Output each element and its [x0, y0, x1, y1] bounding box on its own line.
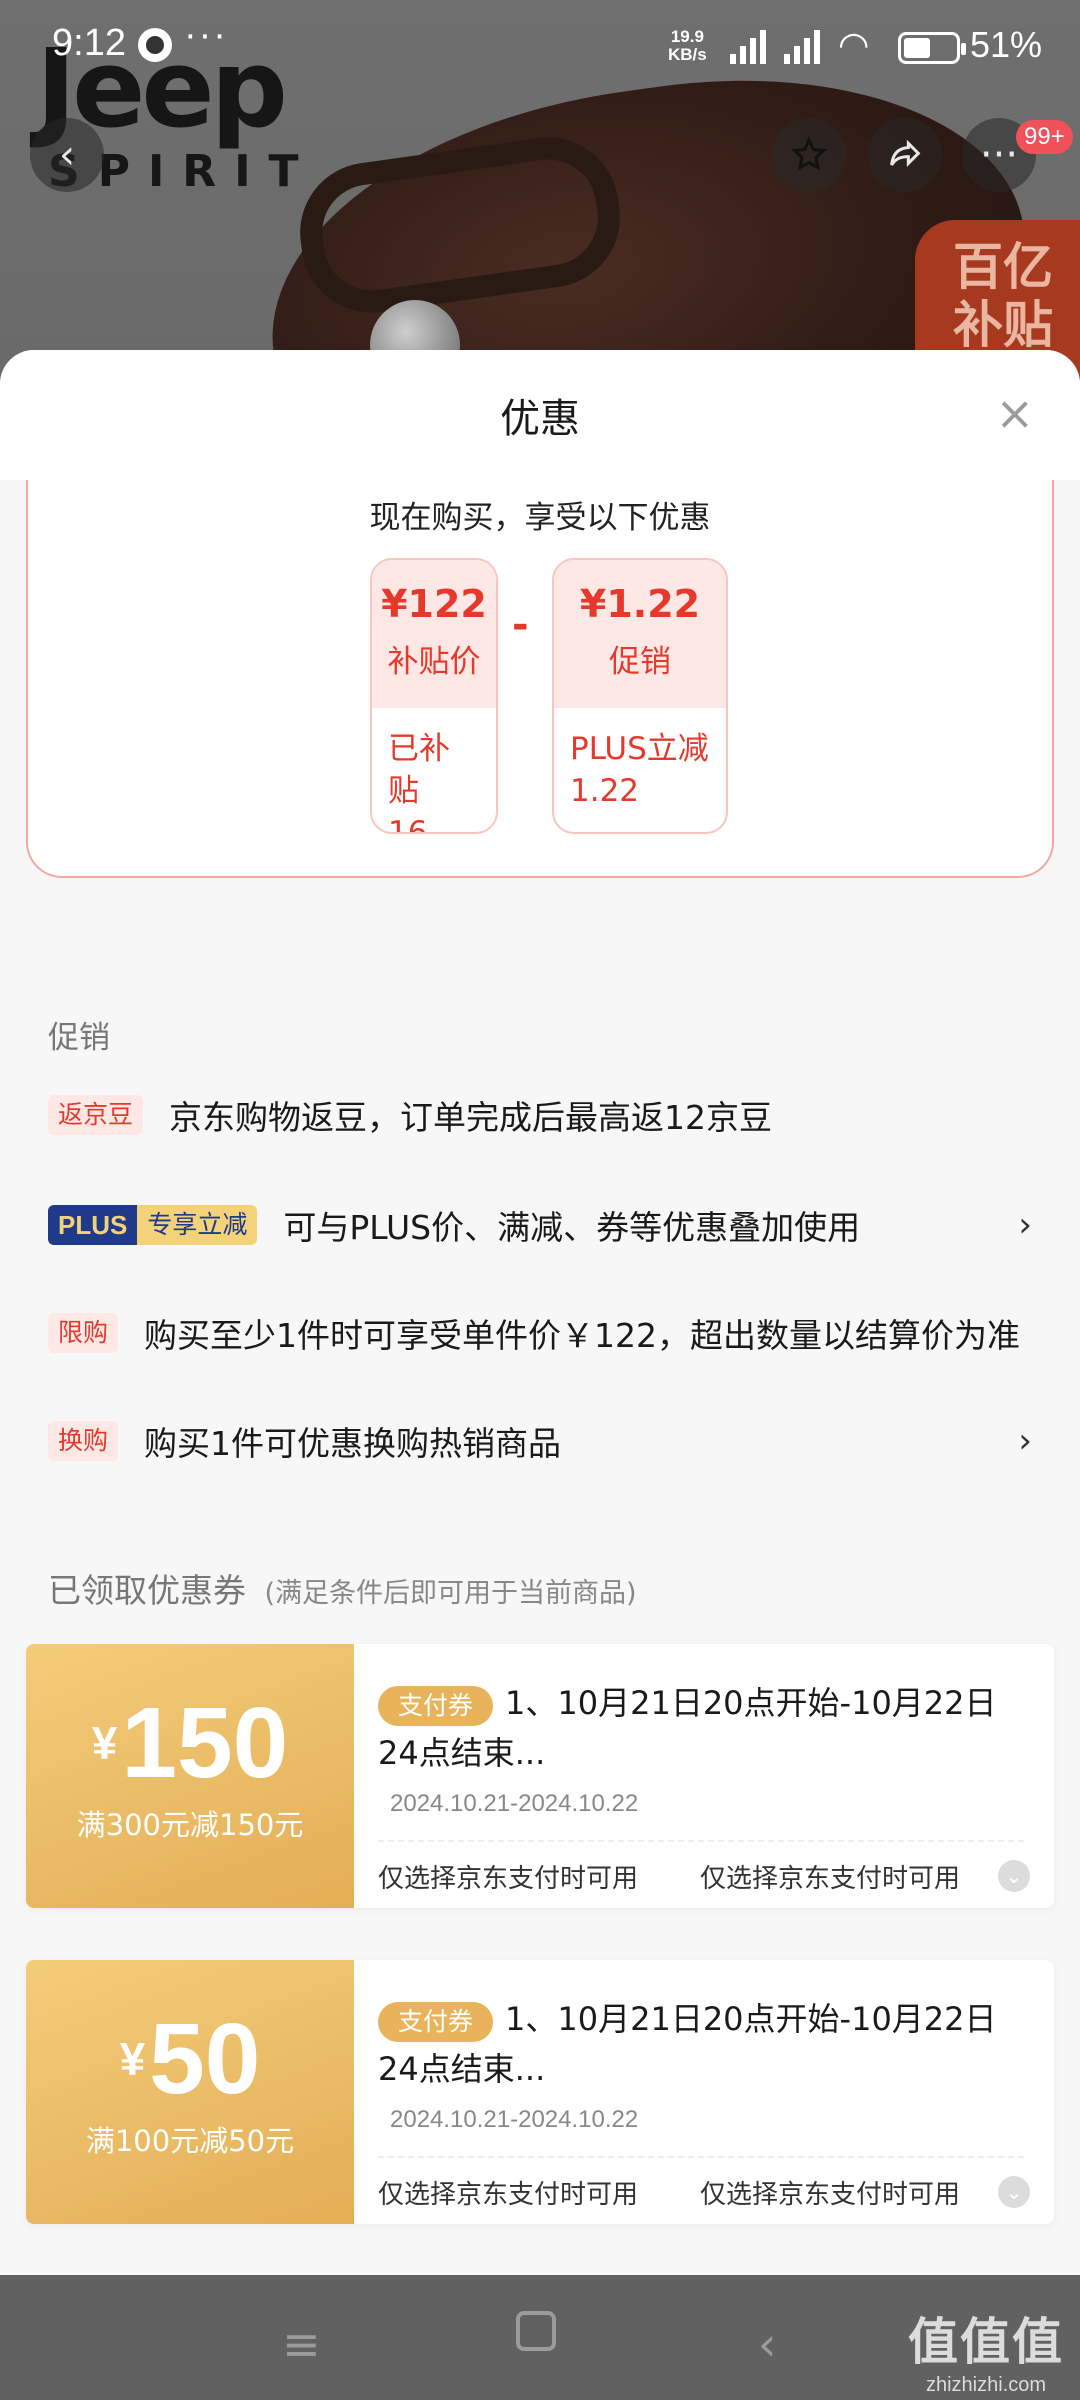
coupon-title: 支付券 1、10月21日20点开始-10月22日 24点结束... [378, 1678, 1024, 1778]
promo-text: 购买1件可优惠换购热销商品 [144, 1424, 562, 1463]
chevron-right-icon: › [1018, 1205, 1032, 1245]
share-button[interactable] [868, 118, 942, 192]
promo-item-limit: 限购 购买至少1件时可享受单件价￥122，超出数量以结算价为准 [48, 1303, 1032, 1363]
menu-icon[interactable]: ≡ [282, 2317, 321, 2371]
back-button[interactable]: ‹ [30, 118, 104, 192]
coupon-divider [378, 2156, 1024, 2158]
network-speed-unit: KB/s [668, 45, 707, 64]
coupon-title-line1: 1、10月21日20点开始-10月22日 [505, 2000, 997, 2038]
coupon-title-line2: 24点结束... [378, 2050, 546, 2088]
coupon-card[interactable]: ¥50 满100元减50元 支付券 1、10月21日20点开始-10月22日 24… [26, 1960, 1054, 2224]
signal-icon-2 [784, 28, 820, 64]
deal-label: 促销 [609, 644, 671, 680]
promo-item-plus[interactable]: PLUS 专享立减 可与PLUS价、满减、券等优惠叠加使用 › [48, 1195, 1032, 1255]
plus-tag-logo: PLUS [48, 1205, 138, 1245]
coupons-section-title: 已领取优惠券 (满足条件后即可用于当前商品) [48, 1564, 637, 1612]
watermark-url: zhizhizhi.com [925, 2374, 1047, 2396]
coupon-value-panel: ¥150 满300元减150元 [26, 1644, 354, 1908]
coupon-value: ¥50 [26, 2004, 354, 2114]
promo-tag: 返京豆 [48, 1095, 144, 1135]
coupon-title-line1: 1、10月21日20点开始-10月22日 [505, 1684, 997, 1722]
promotions-section-title: 促销 [48, 1020, 110, 1056]
status-time: 9:12 [52, 22, 126, 64]
promo-item-exchange[interactable]: 换购 购买1件可优惠换购热销商品 › [48, 1411, 1032, 1471]
coupon-type-tag: 支付券 [378, 1686, 494, 1726]
deal-detail: 已补贴 [388, 731, 450, 809]
plus-tag-label: 专享立减 [137, 1205, 258, 1245]
coupon-condition: 满100元减50元 [85, 2124, 295, 2158]
star-icon [791, 136, 827, 171]
coupon-amount: 50 [149, 2003, 261, 2115]
deal-label: 补贴价 [387, 644, 481, 680]
notification-dots: ··· [184, 14, 228, 56]
alarm-clock-icon [138, 28, 172, 62]
watermark: 值值值 zhizhizhi.com [908, 2302, 1064, 2397]
sheet-header: 优惠 × [0, 350, 1080, 480]
promo-tag: 换购 [48, 1421, 119, 1461]
deal-lead-text: 现在购买，享受以下优惠 [369, 500, 711, 536]
deal-detail-value: 16 [388, 815, 428, 834]
promo-item-jingdou: 返京豆 京东购物返豆，订单完成后最高返12京豆 [48, 1085, 1032, 1145]
sheet-title: 优惠 [500, 396, 580, 442]
home-icon[interactable] [516, 2311, 556, 2351]
network-speed: 19.9 KB/s [668, 28, 707, 64]
coupon-divider [378, 1840, 1024, 1842]
chevron-right-icon: › [1018, 1421, 1032, 1461]
coupon-details: 支付券 1、10月21日20点开始-10月22日 24点结束... 2024.10… [378, 1644, 1034, 1908]
chevron-down-icon[interactable]: ⌄ [998, 2176, 1030, 2208]
promo-tag: 限购 [48, 1313, 119, 1353]
coupon-amount: 150 [121, 1687, 289, 1799]
back-arrow-icon: ‹ [59, 132, 75, 178]
deal-box-promo: ¥1.22 促销 PLUS立减 1.22 [552, 558, 728, 834]
favorite-button[interactable] [772, 118, 846, 192]
coupon-condition: 满300元减150元 [76, 1808, 304, 1842]
back-icon[interactable]: ‹ [758, 2317, 776, 2371]
network-speed-value: 19.9 [670, 27, 704, 46]
promo-text: 可与PLUS价、满减、券等优惠叠加使用 [283, 1208, 861, 1247]
coupon-note: 仅选择京东支付时可用 [378, 1864, 639, 1894]
status-bar: 9:12 ··· 19.9 KB/s ◠ 51% [0, 0, 1080, 96]
share-icon [890, 139, 921, 167]
promotion-sheet: 优惠 × 现在购买，享受以下优惠 ¥122 补贴价 已补贴 16 - ¥1.22… [0, 350, 1080, 2275]
deal-operator: - [512, 602, 529, 648]
coupon-currency: ¥ [91, 1717, 118, 1769]
deal-amount: ¥122 [381, 582, 487, 626]
more-icon: ··· [979, 132, 1019, 178]
watermark-logo: 值值值 [908, 2313, 1064, 2371]
close-icon[interactable]: × [995, 386, 1034, 440]
wifi-icon: ◠ [838, 24, 870, 65]
signal-icon [730, 28, 766, 64]
coupon-date: 2024.10.21-2024.10.22 [390, 2106, 639, 2133]
battery-icon [898, 32, 966, 64]
coupon-note: 仅选择京东支付时可用 [700, 2180, 961, 2210]
plus-tag: PLUS 专享立减 [48, 1205, 258, 1245]
coupon-note: 仅选择京东支付时可用 [700, 1864, 961, 1894]
deal-summary-card: 现在购买，享受以下优惠 ¥122 补贴价 已补贴 16 - ¥1.22 促销 P… [26, 480, 1054, 878]
battery-percent: 51% [970, 24, 1043, 65]
coupon-title: 支付券 1、10月21日20点开始-10月22日 24点结束... [378, 1994, 1024, 2094]
coupon-details: 支付券 1、10月21日20点开始-10月22日 24点结束... 2024.10… [378, 1960, 1034, 2224]
coupon-currency: ¥ [119, 2033, 146, 2085]
deal-detail: PLUS立减 [570, 731, 709, 767]
coupon-value: ¥150 [26, 1688, 354, 1798]
coupon-value-panel: ¥50 满100元减50元 [26, 1960, 354, 2224]
deal-amount: ¥1.22 [579, 582, 701, 626]
cart-badge: 99+ [1016, 120, 1073, 154]
promo-text: 京东购物返豆，订单完成后最高返12京豆 [169, 1098, 773, 1137]
deal-box-subsidy: ¥122 补贴价 已补贴 16 [370, 558, 498, 834]
coupon-card[interactable]: ¥150 满300元减150元 支付券 1、10月21日20点开始-10月22日 … [26, 1644, 1054, 1908]
coupons-note: (满足条件后即可用于当前商品) [264, 1578, 637, 1609]
coupon-note: 仅选择京东支付时可用 [378, 2180, 639, 2210]
coupon-type-tag: 支付券 [378, 2002, 494, 2042]
coupons-title: 已领取优惠券 [48, 1571, 246, 1610]
chevron-down-icon[interactable]: ⌄ [998, 1860, 1030, 1892]
coupon-date: 2024.10.21-2024.10.22 [390, 1790, 639, 1817]
coupon-title-line2: 24点结束... [378, 1734, 546, 1772]
deal-detail-value: 1.22 [570, 773, 640, 809]
promo-text: 购买至少1件时可享受单件价￥122，超出数量以结算价为准 [144, 1316, 1020, 1355]
